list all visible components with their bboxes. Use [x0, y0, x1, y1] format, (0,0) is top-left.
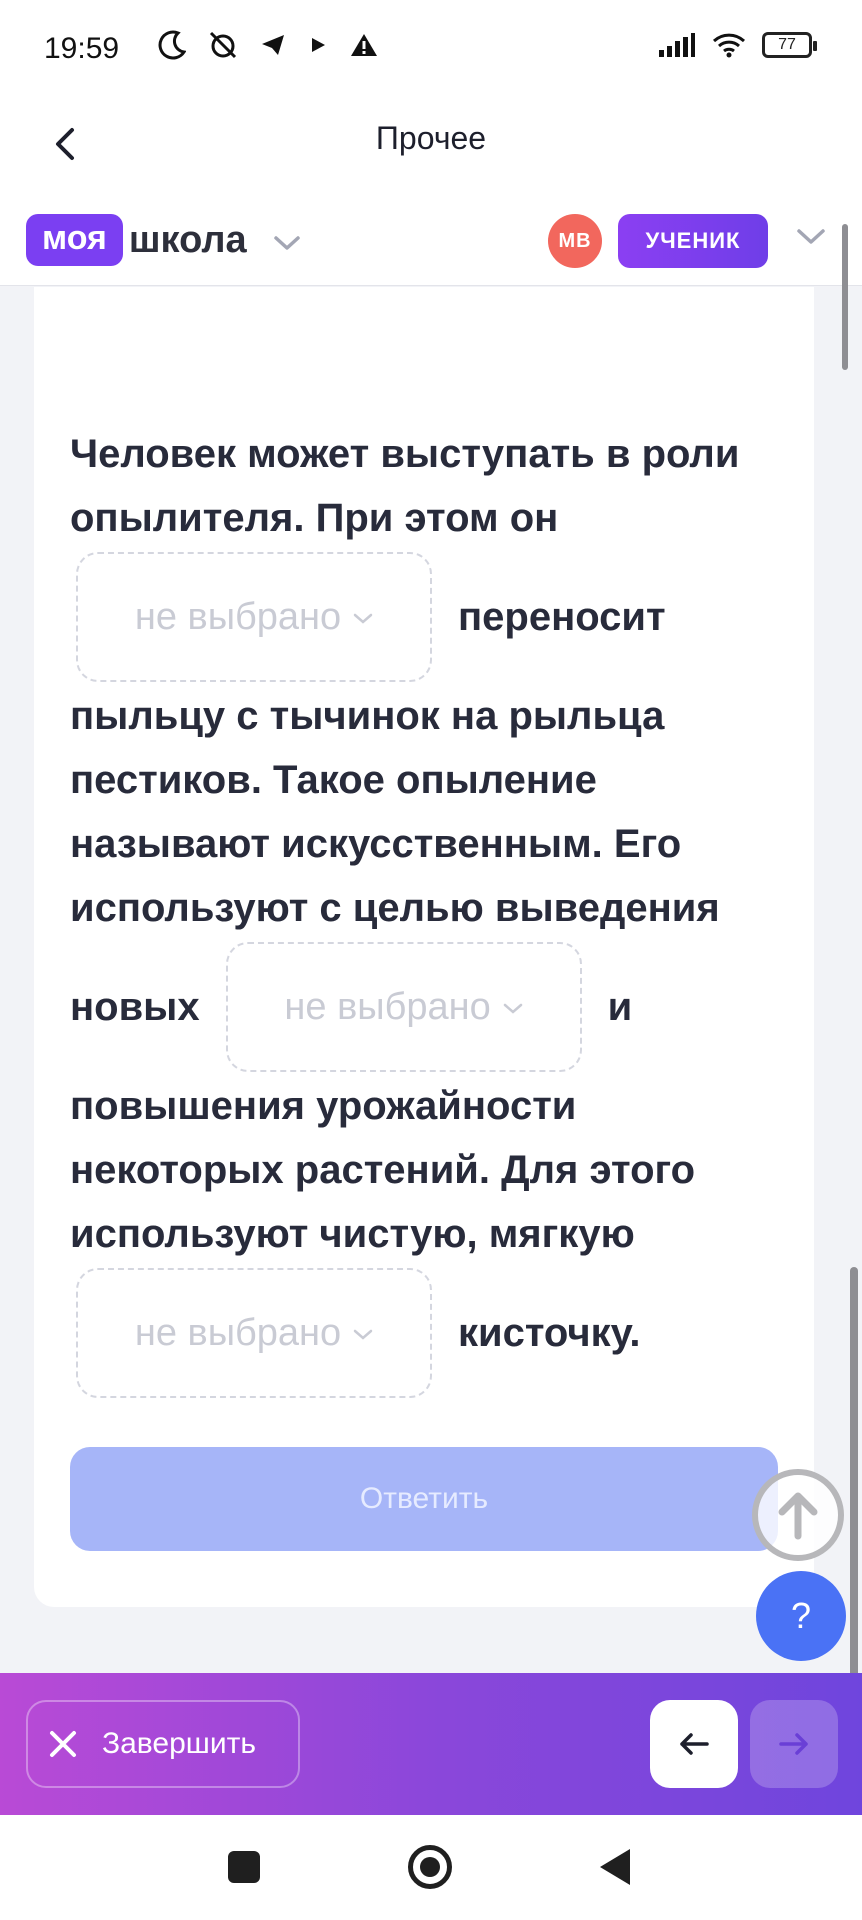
- battery-level: 77: [778, 36, 796, 53]
- app-header: Прочее моя школа МВ УЧЕНИК: [0, 100, 862, 370]
- question-line: используют чистую, мягкую: [70, 1212, 635, 1256]
- question-line: пестиков. Такое опыление: [70, 758, 597, 802]
- arrow-left-icon: [680, 1733, 709, 1755]
- school-switcher[interactable]: моя школа: [26, 214, 301, 266]
- system-back-button[interactable]: [600, 1849, 630, 1885]
- question-text: Человек может выступать в роли опылителя…: [70, 422, 790, 1400]
- answer-select-3[interactable]: не выбрано: [76, 1268, 432, 1398]
- play-icon: [312, 38, 325, 52]
- system-navigation-bar: [0, 1815, 862, 1920]
- warning-icon: [351, 34, 377, 56]
- question-line: пыльцу с тычинок на рыльца: [70, 694, 665, 738]
- scroll-up-button[interactable]: [752, 1469, 844, 1561]
- finish-button[interactable]: Завершить: [26, 1700, 300, 1788]
- moon-icon: [158, 30, 186, 60]
- select-placeholder: не выбрано: [134, 1311, 342, 1354]
- role-badge[interactable]: УЧЕНИК: [618, 214, 768, 268]
- chevron-down-icon: [503, 1003, 522, 1014]
- question-text-fragment: кисточку.: [458, 1310, 641, 1355]
- status-bar: 19:59 77: [0, 0, 862, 100]
- recent-apps-button[interactable]: [228, 1851, 260, 1883]
- question-line: используют с целью выведения: [70, 886, 720, 930]
- question-line: опылителя. При этом он: [70, 496, 559, 540]
- wifi-icon: [712, 33, 746, 58]
- question-text-fragment: и: [607, 984, 633, 1029]
- status-icons-left: [158, 30, 378, 60]
- question-line: повышения урожайности: [70, 1084, 577, 1128]
- signal-icon: [659, 33, 695, 57]
- next-task-button[interactable]: [750, 1700, 838, 1788]
- question-text-fragment: новых: [70, 984, 200, 1029]
- battery-icon: 77: [762, 32, 817, 58]
- alarm-off-icon: [209, 31, 237, 59]
- chevron-down-icon: [353, 613, 373, 624]
- question-row-select-2: новых не выбрано и: [70, 940, 790, 1074]
- chevron-down-icon: [353, 1329, 373, 1340]
- question-text-fragment: переносит: [458, 594, 666, 639]
- select-placeholder: не выбрано: [284, 985, 491, 1028]
- telegram-icon: [262, 35, 284, 55]
- help-button[interactable]: ?: [756, 1571, 846, 1661]
- answer-select-1[interactable]: не выбрано: [76, 552, 432, 682]
- status-time: 19:59: [44, 32, 120, 65]
- close-icon: [50, 1731, 76, 1757]
- bottom-action-bar: Завершить: [0, 1673, 862, 1815]
- task-card: Человек может выступать в роли опылителя…: [34, 287, 814, 1607]
- answer-select-2[interactable]: не выбрано: [225, 942, 582, 1072]
- status-icons-right: 77: [658, 32, 817, 58]
- question-line: некоторых растений. Для этого: [70, 1148, 696, 1192]
- chevron-down-icon: [273, 236, 300, 250]
- select-placeholder: не выбрано: [134, 595, 342, 638]
- question-line: Человек может выступать в роли: [70, 432, 740, 476]
- chevron-down-icon[interactable]: [796, 228, 826, 246]
- finish-label: Завершить: [102, 1727, 256, 1760]
- previous-task-button[interactable]: [650, 1700, 738, 1788]
- page-title: Прочее: [375, 120, 487, 156]
- question-row-select-1: не выбрано переносит: [76, 550, 790, 684]
- home-button[interactable]: [408, 1845, 452, 1889]
- logo-text: школа: [128, 218, 247, 261]
- task-content: Человек может выступать в роли опылителя…: [0, 287, 862, 1673]
- logo-badge: моя: [26, 214, 123, 266]
- avatar[interactable]: МВ: [548, 214, 602, 268]
- arrow-right-icon: [779, 1733, 808, 1755]
- arrow-up-icon: [778, 1492, 818, 1540]
- scrollbar[interactable]: [850, 1267, 858, 1673]
- question-line: называют искусственным. Его: [70, 822, 682, 866]
- answer-button[interactable]: Ответить: [70, 1447, 778, 1551]
- question-row-select-3: не выбрано кисточку.: [76, 1266, 790, 1400]
